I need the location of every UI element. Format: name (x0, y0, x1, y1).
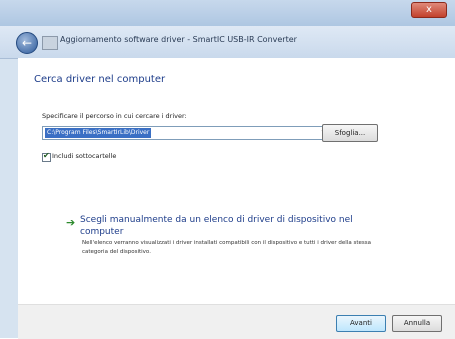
driver-update-window: x ← Aggiornamento software driver - Smar… (0, 0, 455, 339)
include-subfolders-label: Includi sottocartelle (52, 152, 117, 160)
include-subfolders-checkbox[interactable]: ✔ (42, 151, 51, 162)
checkmark-icon: ✔ (43, 151, 50, 160)
manual-pick-description: Nell'elenco verranno visualizzati i driv… (82, 240, 371, 255)
main-content: Cerca driver nel computer Specificare il… (18, 58, 455, 304)
browse-button[interactable]: Sfoglia... (322, 124, 378, 142)
back-arrow-icon: ← (21, 36, 33, 50)
next-button[interactable]: Avanti (336, 315, 386, 332)
close-icon: x (426, 4, 432, 15)
cancel-button[interactable]: Annulla (392, 315, 442, 332)
device-icon (42, 36, 58, 50)
title-bar: x (0, 0, 455, 26)
manual-pick-link[interactable]: Scegli manualmente da un elenco di drive… (80, 214, 380, 238)
back-button[interactable]: ← (16, 32, 38, 54)
green-arrow-icon: ➔ (66, 216, 76, 229)
navigation-bar: ← Aggiornamento software driver - SmartI… (0, 26, 455, 59)
close-button[interactable]: x (411, 2, 447, 18)
window-title: Aggiornamento software driver - SmartIC … (60, 35, 297, 44)
page-heading: Cerca driver nel computer (34, 74, 166, 85)
path-label: Specificare il percorso in cui cercare i… (42, 112, 187, 120)
path-input[interactable]: C:\Program Files\SmartIrLib\Driver (45, 128, 152, 138)
path-combobox[interactable]: C:\Program Files\SmartIrLib\Driver ▼ (42, 126, 330, 140)
button-bar: Avanti Annulla (18, 304, 455, 339)
